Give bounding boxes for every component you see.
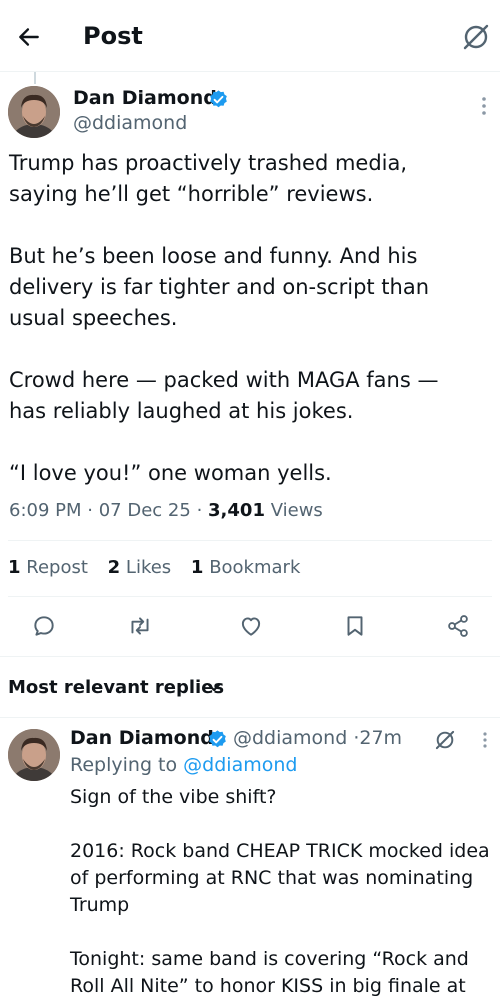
reply-handle-time: @ddiamond ·27m: [233, 727, 402, 749]
reply-handle[interactable]: @ddiamond: [233, 727, 347, 749]
engagement-stats: 1 Repost 2 Likes 1 Bookmark: [8, 557, 314, 578]
separator: ·: [196, 500, 203, 521]
repost-icon[interactable]: [125, 611, 155, 641]
divider: [8, 540, 492, 541]
reply-text: Sign of the vibe shift? 2016: Rock band …: [70, 784, 492, 1000]
post-paragraph: “I love you!” one woman yells.: [9, 461, 332, 485]
like-icon[interactable]: [236, 611, 266, 641]
post-date[interactable]: 07 Dec 25: [99, 500, 191, 521]
back-arrow-icon[interactable]: [12, 20, 46, 54]
post-time[interactable]: 6:09 PM: [9, 500, 82, 521]
reply-paragraph: Sign of the vibe shift?: [70, 786, 277, 808]
bookmark-icon[interactable]: [340, 611, 370, 641]
action-bar: [0, 608, 500, 648]
post-paragraph: Trump has proactively trashed media, say…: [9, 151, 408, 206]
replies-sort-label[interactable]: Most relevant replies: [8, 677, 224, 698]
grok-icon[interactable]: [460, 21, 492, 53]
reply-avatar[interactable]: [8, 729, 60, 781]
more-options-icon[interactable]: [476, 94, 492, 118]
author-name[interactable]: Dan Diamond: [73, 87, 217, 109]
top-bar: Post: [0, 0, 500, 72]
replying-to-handle-link[interactable]: @ddiamond: [183, 754, 297, 776]
divider: [0, 717, 500, 718]
replies-sort-header[interactable]: Most relevant replies: [0, 656, 500, 718]
more-options-icon[interactable]: [478, 730, 492, 750]
author-handle[interactable]: @ddiamond: [73, 112, 187, 134]
bookmarks-stat[interactable]: 1 Bookmark: [191, 557, 300, 578]
views-label: Views: [270, 500, 323, 521]
thread-connector-line: [34, 72, 36, 84]
reply-author-name[interactable]: Dan Diamond: [70, 727, 214, 749]
replying-to-prefix: Replying to: [70, 754, 178, 776]
share-icon[interactable]: [443, 611, 473, 641]
likes-stat[interactable]: 2 Likes: [108, 557, 172, 578]
verified-badge-icon: [207, 729, 228, 750]
reply-time[interactable]: 27m: [359, 727, 402, 749]
reply-icon[interactable]: [29, 611, 59, 641]
post-paragraph: Crowd here — packed with MAGA fans — has…: [9, 368, 439, 423]
post-meta: 6:09 PM · 07 Dec 25 · 3,401 Views: [9, 500, 323, 521]
views-count: 3,401: [208, 500, 265, 521]
post-paragraph: But he’s been loose and funny. And his d…: [9, 244, 430, 330]
reposts-stat[interactable]: 1 Repost: [8, 557, 88, 578]
grok-icon[interactable]: [432, 727, 458, 753]
avatar[interactable]: [8, 86, 60, 138]
reply-paragraph: Tonight: same band is covering “Rock and…: [70, 948, 469, 997]
separator: ·: [87, 500, 93, 521]
post-text: Trump has proactively trashed media, say…: [9, 148, 493, 489]
reply-paragraph: 2016: Rock band CHEAP TRICK mocked idea …: [70, 840, 490, 916]
verified-badge-icon: [208, 89, 229, 110]
page-title: Post: [83, 22, 143, 50]
divider: [8, 596, 492, 597]
chevron-down-icon[interactable]: [206, 679, 222, 695]
replying-to-line: Replying to @ddiamond: [70, 754, 297, 776]
